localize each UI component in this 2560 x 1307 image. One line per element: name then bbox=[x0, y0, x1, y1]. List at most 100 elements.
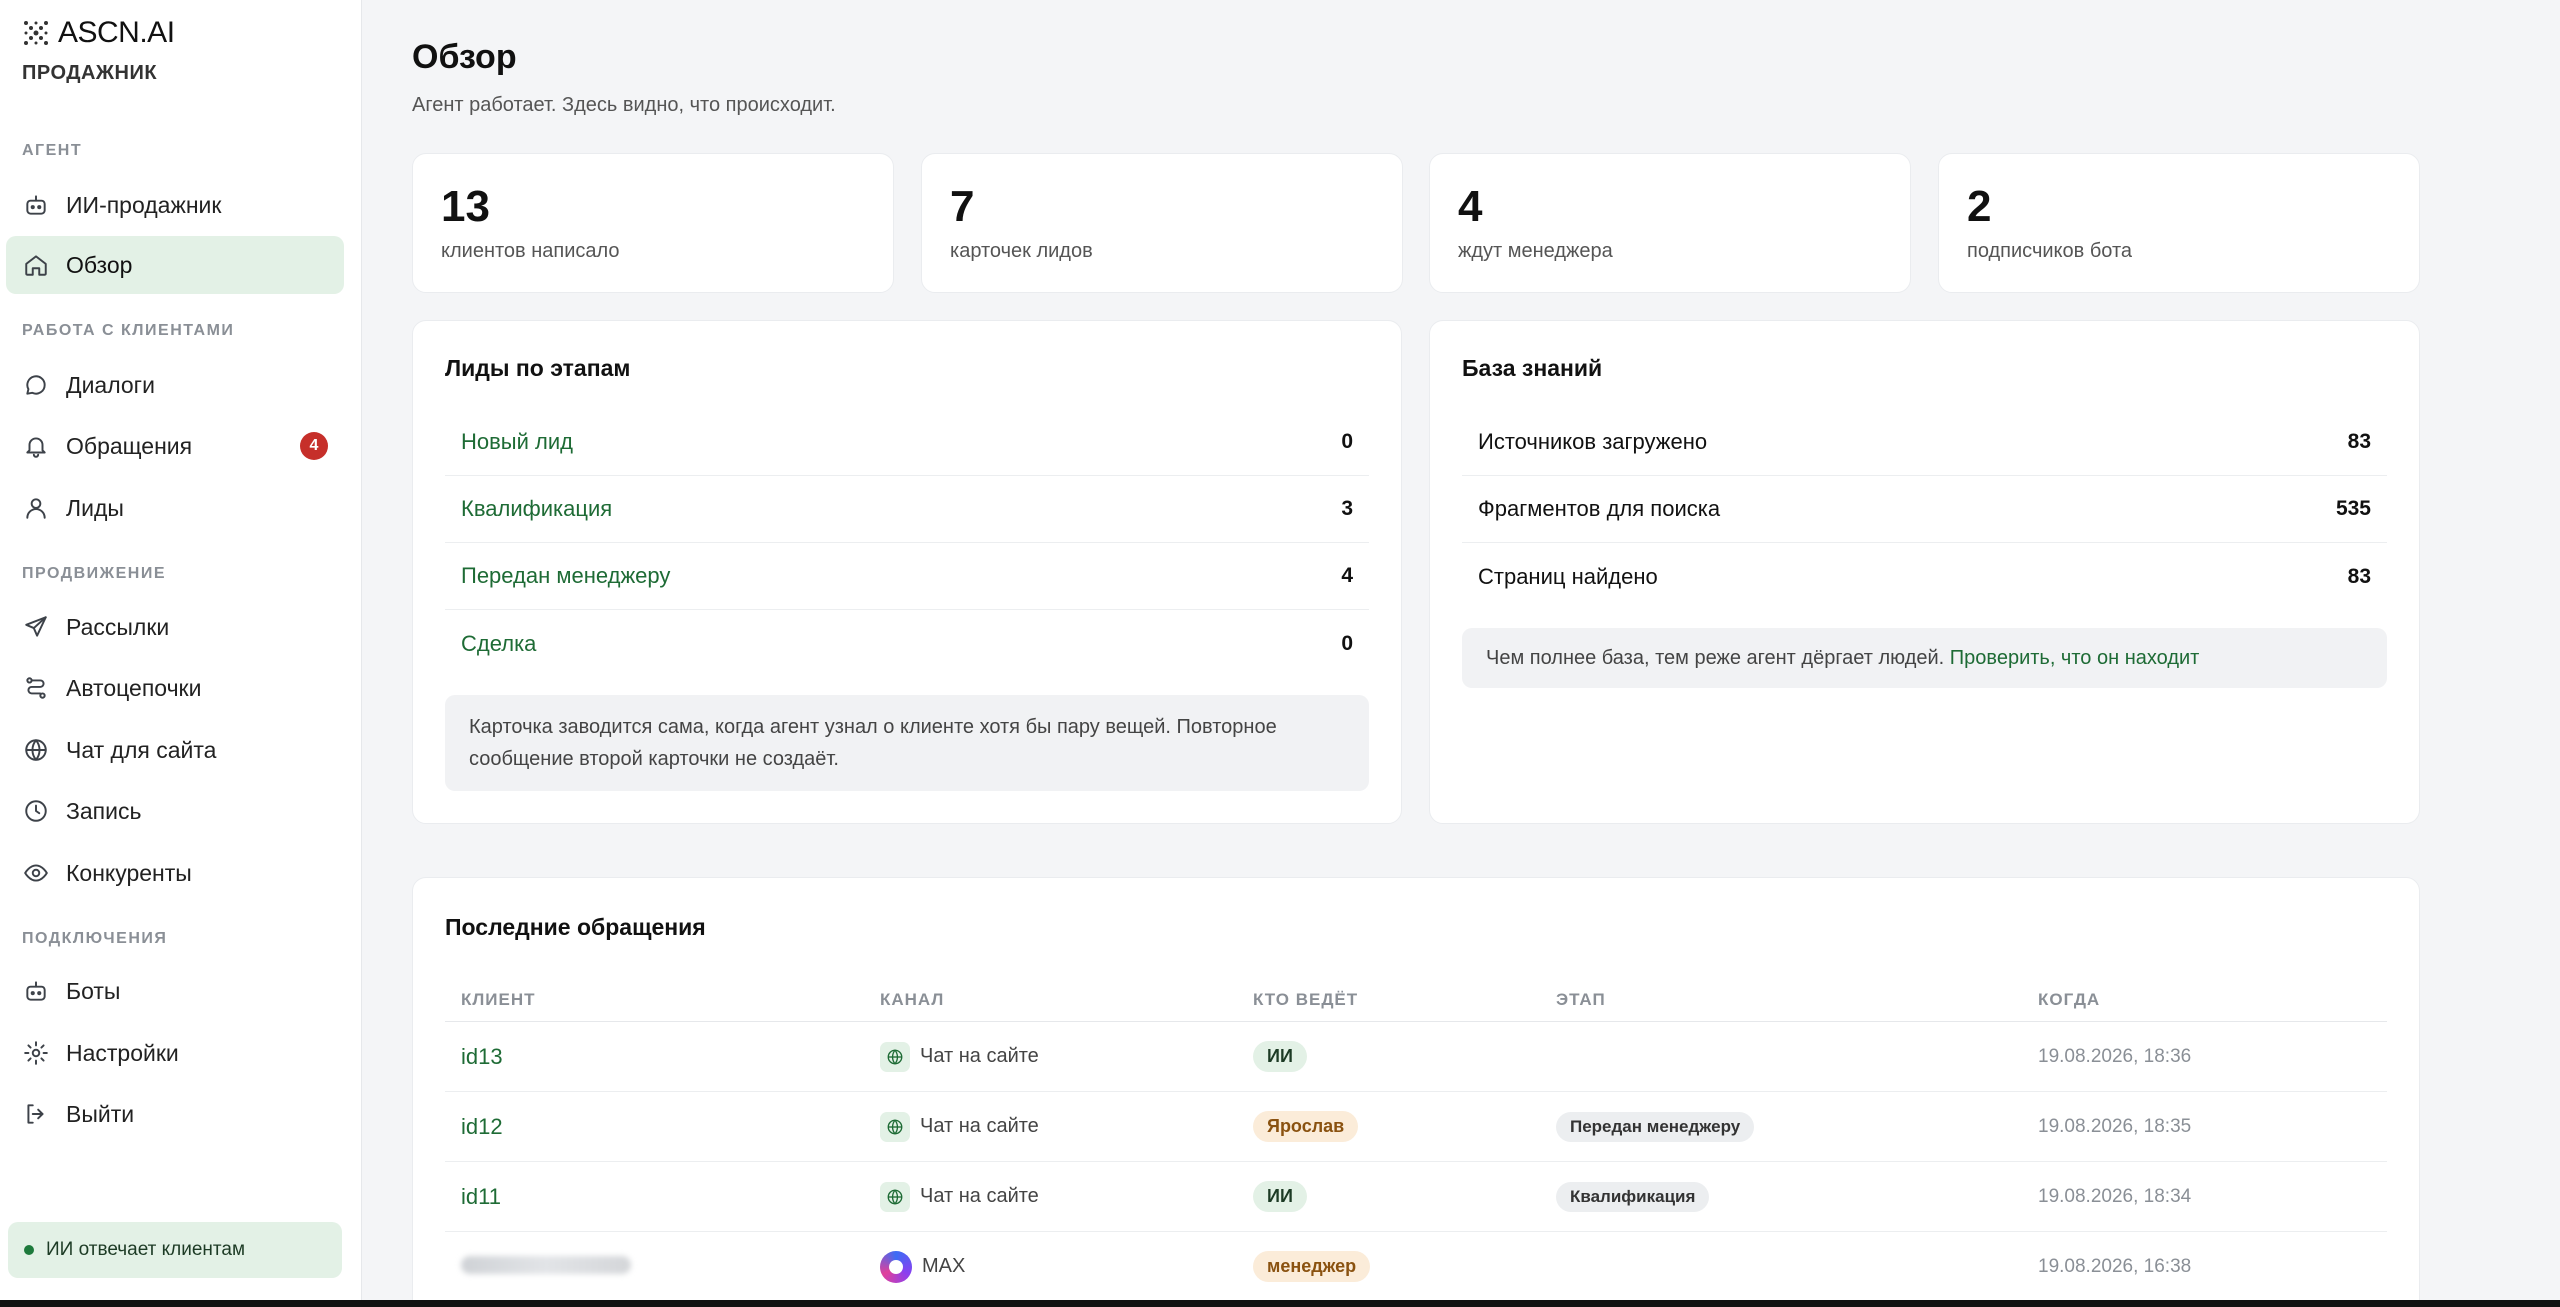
stat-value: 7 bbox=[950, 182, 975, 231]
stage-label[interactable]: Квалификация bbox=[461, 496, 612, 522]
stat-label: ждут менеджера bbox=[1458, 240, 1613, 262]
sidebar-item-label: Боты bbox=[66, 977, 121, 1004]
kb-count: 83 bbox=[2347, 430, 2371, 453]
kb-label: Страниц найдено bbox=[1478, 563, 1658, 589]
sidebar-item-leads[interactable]: Лиды bbox=[6, 479, 344, 537]
stage-count: 4 bbox=[1341, 564, 1353, 587]
card-title: Последние обращения bbox=[445, 914, 706, 940]
stat-card-waiting-manager: 4 ждут менеджера bbox=[1429, 153, 1911, 293]
stat-card-clients: 13 клиентов написало bbox=[412, 153, 894, 293]
sidebar-item-booking[interactable]: Запись bbox=[6, 782, 344, 840]
stat-label: карточек лидов bbox=[950, 240, 1093, 262]
section-label-clients: РАБОТА С КЛИЕНТАМИ bbox=[22, 322, 235, 339]
stat-value: 13 bbox=[441, 182, 490, 231]
kb-info-note: Чем полнее база, тем реже агент дёргает … bbox=[1462, 628, 2387, 688]
globe-icon bbox=[880, 1181, 910, 1212]
table-row[interactable]: MAX менеджер 19.08.2026, 16:38 bbox=[445, 1232, 2387, 1302]
kb-count: 83 bbox=[2347, 564, 2371, 588]
sidebar-item-label: Настройки bbox=[66, 1039, 179, 1066]
column-header-when[interactable]: КОГДА bbox=[2022, 990, 2387, 1010]
sidebar-item-competitors[interactable]: Конкуренты bbox=[6, 844, 344, 902]
column-header-client[interactable]: КЛИЕНТ bbox=[445, 990, 864, 1010]
stage-label[interactable]: Новый лид bbox=[461, 429, 573, 455]
column-header-channel[interactable]: КАНАЛ bbox=[864, 990, 1237, 1010]
sidebar-item-label: Обзор bbox=[66, 251, 133, 278]
sidebar-item-autochains[interactable]: Автоцепочки bbox=[6, 659, 344, 717]
sidebar-item-bots[interactable]: Боты bbox=[6, 962, 344, 1020]
sidebar-item-label: Запись bbox=[66, 797, 142, 824]
sidebar-item-requests[interactable]: Обращения 4 bbox=[6, 417, 344, 475]
route-icon bbox=[22, 674, 50, 702]
stat-label: подписчиков бота bbox=[1967, 240, 2133, 262]
recent-requests-table: КЛИЕНТ КАНАЛ КТО ВЕДЁТ ЭТАП КОГДА id13 Ч… bbox=[445, 978, 2387, 1302]
client-link[interactable]: id11 bbox=[461, 1184, 501, 1209]
channel-label: MAX bbox=[922, 1255, 966, 1277]
card-title: Лиды по этапам bbox=[445, 355, 631, 381]
sidebar-item-ai-seller[interactable]: ИИ-продажник bbox=[6, 176, 344, 234]
send-icon bbox=[22, 613, 50, 641]
globe-icon bbox=[22, 736, 50, 764]
sidebar-item-overview[interactable]: Обзор bbox=[6, 236, 344, 294]
stage-row-handed-to-manager[interactable]: Передан менеджеру 4 bbox=[445, 543, 1369, 610]
stat-value: 2 bbox=[1967, 182, 1992, 231]
channel-cell: Чат на сайте bbox=[864, 1181, 1237, 1212]
status-dot bbox=[24, 1245, 34, 1255]
stage-row-deal[interactable]: Сделка 0 bbox=[445, 610, 1369, 677]
user-icon bbox=[22, 494, 50, 522]
sidebar-item-settings[interactable]: Настройки bbox=[6, 1024, 344, 1082]
channel-label: Чат на сайте bbox=[920, 1045, 1039, 1067]
bell-icon bbox=[22, 432, 50, 460]
sidebar: ASCN.AI ПРОДАЖНИК АГЕНТ ИИ-продажник Обз… bbox=[0, 0, 362, 1300]
kb-count: 535 bbox=[2335, 497, 2371, 520]
sidebar-item-label: Диалоги bbox=[66, 371, 155, 398]
client-link[interactable]: id13 bbox=[461, 1044, 503, 1069]
channel-label: Чат на сайте bbox=[920, 1185, 1039, 1207]
sidebar-item-site-chat[interactable]: Чат для сайта bbox=[6, 721, 344, 779]
column-header-stage[interactable]: ЭТАП bbox=[1540, 990, 2022, 1010]
eye-icon bbox=[22, 859, 50, 887]
sidebar-item-mailings[interactable]: Рассылки bbox=[6, 598, 344, 656]
leads-by-stage-card: Лиды по этапам Новый лид 0 Квалификация … bbox=[412, 320, 1402, 824]
stat-label: клиентов написало bbox=[441, 240, 620, 262]
kb-row-sources: Источников загружено 83 bbox=[1462, 409, 2387, 476]
client-link[interactable]: id12 bbox=[461, 1114, 503, 1139]
knowledge-base-card: База знаний Источников загружено 83 Фраг… bbox=[1429, 320, 2420, 824]
brand-name: ASCN.AI bbox=[58, 16, 175, 49]
logo-icon bbox=[24, 21, 48, 45]
stat-value: 4 bbox=[1458, 182, 1483, 231]
kb-note-text: Чем полнее база, тем реже агент дёргает … bbox=[1486, 647, 1945, 669]
stage-label[interactable]: Сделка bbox=[461, 631, 536, 657]
owner-badge: ИИ bbox=[1253, 1181, 1307, 1212]
stage-count: 3 bbox=[1341, 497, 1353, 520]
kb-label: Фрагментов для поиска bbox=[1478, 496, 1721, 521]
gear-icon bbox=[22, 1039, 50, 1067]
owner-badge: менеджер bbox=[1253, 1251, 1371, 1282]
owner-badge: Ярослав bbox=[1253, 1111, 1359, 1142]
check-kb-link[interactable]: Проверить, что он находит bbox=[1950, 647, 2200, 669]
stage-count: 0 bbox=[1341, 430, 1353, 453]
blurred-client-name[interactable] bbox=[461, 1255, 631, 1274]
globe-icon bbox=[880, 1041, 910, 1072]
ai-status-indicator[interactable]: ИИ отвечает клиентам bbox=[8, 1222, 342, 1278]
stage-row-new[interactable]: Новый лид 0 bbox=[445, 409, 1369, 476]
sidebar-item-logout[interactable]: Выйти bbox=[6, 1085, 344, 1143]
stage-row-qualification[interactable]: Квалификация 3 bbox=[445, 476, 1369, 543]
table-row[interactable]: id12 Чат на сайте Ярослав Передан менедж… bbox=[445, 1092, 2387, 1162]
sidebar-item-label: ИИ-продажник bbox=[66, 191, 222, 218]
robot-icon bbox=[22, 191, 50, 219]
table-row[interactable]: id11 Чат на сайте ИИ Квалификация 19.08.… bbox=[445, 1162, 2387, 1232]
card-title: База знаний bbox=[1462, 355, 1603, 381]
clock-icon bbox=[22, 797, 50, 825]
stage-label[interactable]: Передан менеджеру bbox=[461, 563, 670, 589]
brand[interactable]: ASCN.AI bbox=[22, 16, 175, 50]
chat-icon bbox=[22, 371, 50, 399]
stage-badge: Передан менеджеру bbox=[1556, 1111, 1755, 1142]
sidebar-item-dialogs[interactable]: Диалоги bbox=[6, 356, 344, 414]
table-row[interactable]: id13 Чат на сайте ИИ 19.08.2026, 18:36 bbox=[445, 1022, 2387, 1092]
requests-count-badge: 4 bbox=[300, 432, 328, 460]
home-icon bbox=[22, 251, 50, 279]
column-header-owner[interactable]: КТО ВЕДЁТ bbox=[1237, 990, 1540, 1010]
brand-subtitle: ПРОДАЖНИК bbox=[22, 62, 158, 84]
timestamp: 19.08.2026, 18:36 bbox=[2038, 1045, 2192, 1067]
screen-bottom-edge bbox=[0, 1300, 2560, 1307]
